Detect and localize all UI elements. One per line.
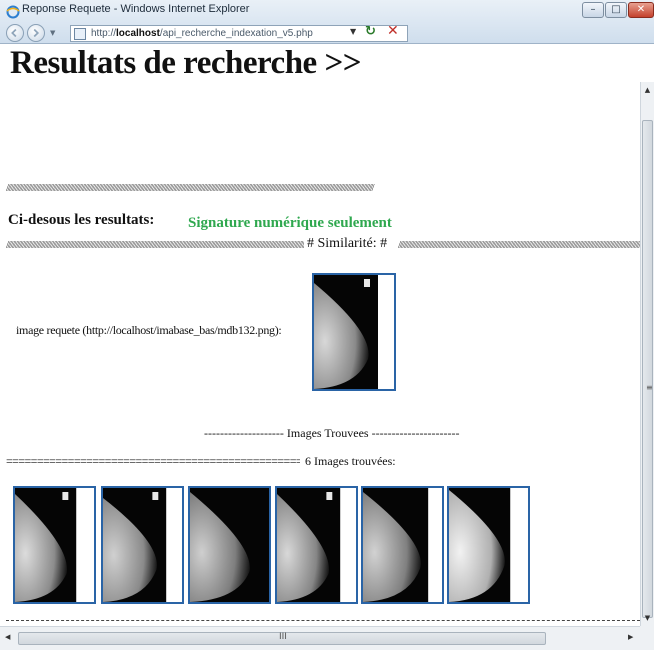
- scroll-up-button[interactable]: ▲: [641, 82, 654, 98]
- address-dropdown-icon[interactable]: ▼: [350, 27, 356, 36]
- equals-separator: ========================================…: [6, 454, 300, 468]
- mammogram-image: [15, 488, 77, 602]
- signature-label: Signature numérique seulement: [188, 215, 392, 231]
- title-bar: Reponse Requete - Windows Internet Explo…: [0, 0, 654, 44]
- scrollbar-corner: [640, 626, 654, 650]
- similarity-label: # Similarité: #: [307, 236, 388, 251]
- grip-icon: ≡: [646, 383, 653, 392]
- separator-line-left: ////////////////////////////////////////…: [6, 239, 304, 251]
- dashed-separator: [6, 620, 640, 621]
- forward-icon: [33, 28, 40, 38]
- address-url[interactable]: http://localhost/api_recherche_indexatio…: [91, 28, 313, 39]
- minimize-button[interactable]: –: [582, 2, 604, 18]
- scroll-left-button[interactable]: ◀: [5, 633, 10, 641]
- history-dropdown-icon[interactable]: ▼: [50, 29, 55, 37]
- result-thumbnail[interactable]: [361, 486, 444, 604]
- result-thumbnail[interactable]: [188, 486, 271, 604]
- mammogram-image: [449, 488, 511, 602]
- result-thumbnail[interactable]: [101, 486, 184, 604]
- scroll-down-button[interactable]: ▼: [641, 610, 654, 626]
- ie-logo-icon: [6, 5, 20, 19]
- refresh-icon[interactable]: ↻: [365, 24, 376, 39]
- page-title: Resultats de recherche >>: [10, 45, 362, 81]
- mammogram-image: [277, 488, 341, 602]
- back-icon: [11, 28, 17, 38]
- forward-button[interactable]: [27, 24, 45, 42]
- stop-icon[interactable]: ✕: [387, 23, 399, 39]
- found-images-header: -------------------- Images Trouvees ---…: [204, 426, 460, 440]
- maximize-button[interactable]: □: [605, 2, 627, 18]
- found-count: 6 Images trouvées:: [305, 454, 396, 468]
- query-image[interactable]: [312, 273, 396, 391]
- page-icon: [74, 28, 86, 40]
- address-bar[interactable]: http://localhost/api_recherche_indexatio…: [70, 25, 408, 42]
- horizontal-scroll-thumb[interactable]: III: [18, 632, 546, 645]
- mammogram-image: [103, 488, 167, 602]
- result-thumbnail[interactable]: [447, 486, 530, 604]
- separator-line: ////////////////////////////////////////…: [6, 182, 375, 194]
- scroll-right-button[interactable]: ▶: [628, 633, 633, 641]
- results-heading: Ci-desous les resultats:: [8, 212, 155, 228]
- close-button[interactable]: ✕: [628, 2, 654, 18]
- mammogram-image: [190, 488, 269, 602]
- separator-line-right: ////////////////////////////////////////…: [398, 239, 640, 251]
- back-button[interactable]: [6, 24, 24, 42]
- grip-icon: III: [279, 632, 287, 642]
- mammogram-image: [314, 275, 378, 389]
- query-image-label: image requete (http://localhost/imabase_…: [16, 323, 282, 337]
- vertical-scroll-thumb[interactable]: ≡: [642, 120, 653, 618]
- horizontal-scrollbar[interactable]: ◀ III ▶: [0, 626, 640, 650]
- result-thumbnail[interactable]: [275, 486, 358, 604]
- vertical-scrollbar[interactable]: ▲ ≡ ▼: [640, 82, 654, 626]
- result-thumbnail[interactable]: [13, 486, 96, 604]
- mammogram-image: [363, 488, 429, 602]
- window-title: Reponse Requete - Windows Internet Explo…: [22, 3, 250, 15]
